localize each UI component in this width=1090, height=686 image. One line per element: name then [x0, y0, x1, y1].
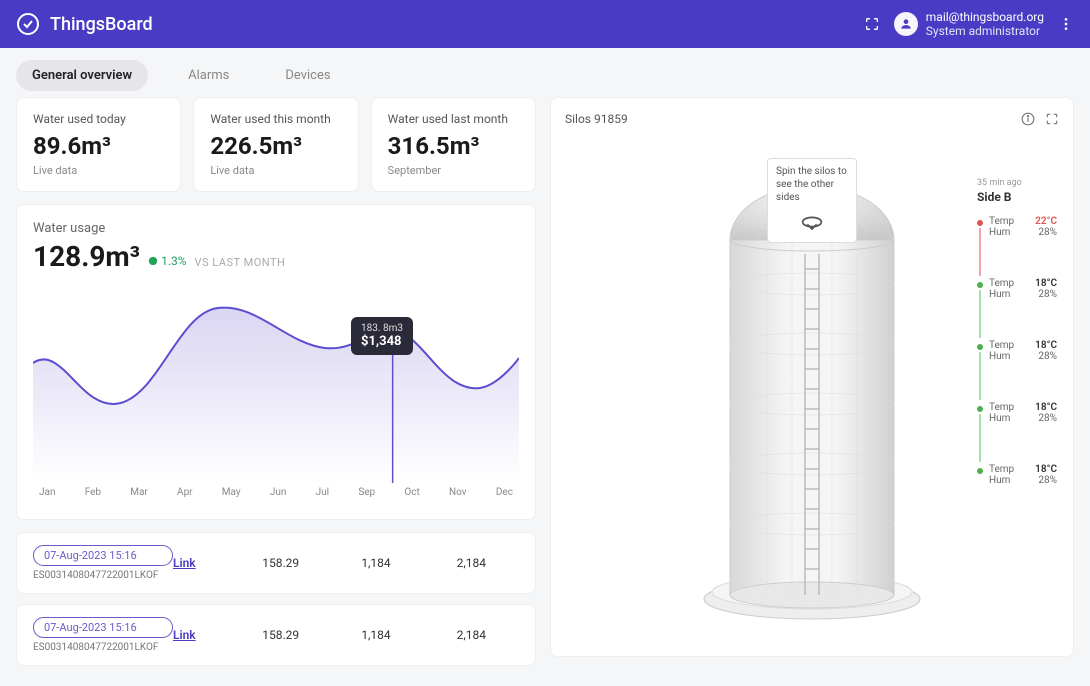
row-meta: 07-Aug-2023 15:16 ES0031408047722001LKOF — [33, 545, 173, 581]
app-header: ThingsBoard mail@thingsboard.org System … — [0, 0, 1090, 48]
account-role: System administrator — [926, 24, 1044, 38]
sensor-list: Temp22°C Hum28% Temp18°C Hum28% — [977, 216, 1057, 486]
stat-value: 316.5m³ — [388, 132, 519, 160]
row-val-2: 1,184 — [328, 628, 423, 642]
stat-sub: September — [388, 164, 519, 177]
silo-title: Silos 91859 — [565, 112, 628, 126]
spin-hint-tooltip: Spin the silos to see the other sides — [767, 158, 857, 243]
left-column: Water used today 89.6m³ Live data Water … — [16, 97, 536, 666]
info-icon[interactable] — [1021, 112, 1035, 126]
stat-card-last-month: Water used last month 316.5m³ September — [371, 97, 536, 192]
usage-delta: 1.3% — [148, 254, 186, 268]
stat-card-today: Water used today 89.6m³ Live data — [16, 97, 181, 192]
table-row: 07-Aug-2023 15:16 ES0031408047722001LKOF… — [16, 532, 536, 594]
silo-card: Silos 91859 Spin the silos to see the ot… — [550, 97, 1074, 657]
stat-label: Water used this month — [210, 112, 341, 126]
chart-tooltip: 183. 8m3 $1,348 — [351, 317, 413, 355]
fullscreen-icon[interactable] — [1045, 112, 1059, 126]
table-row: 07-Aug-2023 15:16 ES0031408047722001LKOF… — [16, 604, 536, 666]
header-left: ThingsBoard — [16, 12, 153, 36]
sensor-time: 35 min ago — [977, 178, 1057, 188]
usage-title: Water usage — [33, 221, 519, 236]
tab-alarms[interactable]: Alarms — [172, 60, 245, 91]
sensor-bar — [979, 352, 981, 400]
stat-label: Water used today — [33, 112, 164, 126]
sensor-side: Side B — [977, 190, 1057, 204]
sensor-reading: Temp18°C Hum28% — [977, 464, 1057, 486]
row-val-3: 2,184 — [424, 556, 519, 570]
trend-up-icon — [148, 256, 158, 266]
row-id: ES0031408047722001LKOF — [33, 642, 173, 653]
right-column: Silos 91859 Spin the silos to see the ot… — [550, 97, 1074, 666]
date-badge: 07-Aug-2023 15:16 — [33, 545, 173, 566]
stat-sub: Live data — [210, 164, 341, 177]
usage-value: 128.9m³ — [33, 240, 140, 273]
sensor-reading: Temp18°C Hum28% — [977, 340, 1057, 362]
chart-area[interactable]: 183. 8m3 $1,348 Jan Feb Mar Apr May Jun … — [33, 283, 519, 503]
row-link[interactable]: Link — [173, 628, 233, 642]
account-email: mail@thingsboard.org — [926, 10, 1044, 24]
sensor-dot-icon — [977, 344, 983, 350]
main-content: Water used today 89.6m³ Live data Water … — [0, 97, 1090, 682]
row-val-3: 2,184 — [424, 628, 519, 642]
person-icon — [899, 17, 913, 31]
row-link[interactable]: Link — [173, 556, 233, 570]
stat-card-month: Water used this month 226.5m³ Live data — [193, 97, 358, 192]
header-right: mail@thingsboard.org System administrato… — [864, 10, 1074, 39]
avatar — [894, 12, 918, 36]
sensor-dot-icon — [977, 282, 983, 288]
account-block[interactable]: mail@thingsboard.org System administrato… — [894, 10, 1044, 39]
sensor-dot-icon — [977, 406, 983, 412]
stat-row: Water used today 89.6m³ Live data Water … — [16, 97, 536, 192]
row-val-1: 158.29 — [233, 556, 328, 570]
logo-icon — [16, 12, 40, 36]
row-id: ES0031408047722001LKOF — [33, 570, 173, 581]
tab-devices[interactable]: Devices — [269, 60, 346, 91]
tab-general-overview[interactable]: General overview — [16, 60, 148, 91]
sensor-reading: Temp18°C Hum28% — [977, 278, 1057, 300]
sensor-bar — [979, 290, 981, 338]
tooltip-main: $1,348 — [361, 334, 403, 349]
water-usage-card: Water usage 128.9m³ 1.3% VS LAST MONTH — [16, 204, 536, 520]
silo-actions — [1021, 112, 1059, 126]
sensor-reading: Temp18°C Hum28% — [977, 402, 1057, 424]
stat-value: 89.6m³ — [33, 132, 164, 160]
sensor-dot-icon — [977, 220, 983, 226]
stat-value: 226.5m³ — [210, 132, 341, 160]
sensor-bar — [979, 228, 981, 276]
rotate-cursor-icon — [798, 208, 826, 236]
tooltip-top: 183. 8m3 — [361, 323, 403, 334]
stat-sub: Live data — [33, 164, 164, 177]
account-text: mail@thingsboard.org System administrato… — [926, 10, 1044, 39]
line-chart — [33, 283, 519, 483]
sensor-bar — [979, 414, 981, 462]
x-axis-labels: Jan Feb Mar Apr May Jun Jul Sep Oct Nov … — [33, 487, 519, 498]
more-vert-icon[interactable] — [1058, 16, 1074, 32]
fullscreen-icon[interactable] — [864, 16, 880, 32]
silo-body: Spin the silos to see the other sides — [565, 134, 1059, 634]
tabs-bar: General overview Alarms Devices — [0, 48, 1090, 97]
sensor-panel: 35 min ago Side B Temp22°C Hum28% Temp — [971, 170, 1063, 494]
date-badge: 07-Aug-2023 15:16 — [33, 617, 173, 638]
row-val-1: 158.29 — [233, 628, 328, 642]
stat-label: Water used last month — [388, 112, 519, 126]
usage-compare: VS LAST MONTH — [195, 256, 286, 269]
row-val-2: 1,184 — [328, 556, 423, 570]
usage-header-row: 128.9m³ 1.3% VS LAST MONTH — [33, 240, 519, 273]
row-meta: 07-Aug-2023 15:16 ES0031408047722001LKOF — [33, 617, 173, 653]
silo-header: Silos 91859 — [565, 112, 1059, 126]
brand-name: ThingsBoard — [50, 14, 153, 35]
data-table: 07-Aug-2023 15:16 ES0031408047722001LKOF… — [16, 532, 536, 666]
sensor-reading: Temp22°C Hum28% — [977, 216, 1057, 238]
sensor-dot-icon — [977, 468, 983, 474]
